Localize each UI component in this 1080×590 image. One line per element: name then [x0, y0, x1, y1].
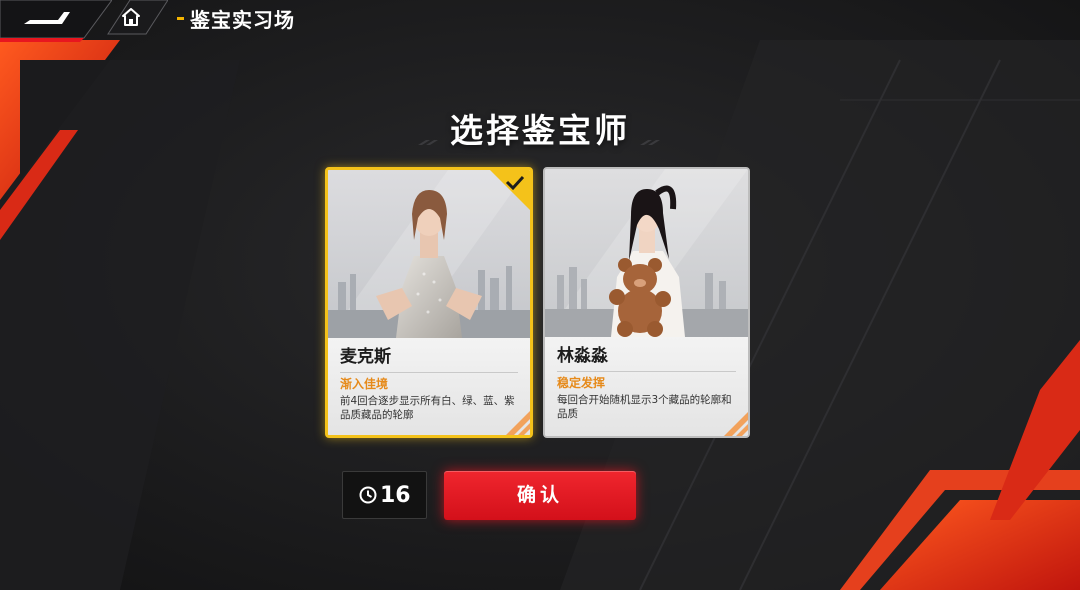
- confirm-button-label: 确认: [516, 484, 563, 506]
- countdown-timer: 16: [342, 471, 427, 519]
- card-info-panel: 麦克斯 渐入佳境 前4回合逐步显示所有白、绿、蓝、紫品质藏品的轮廓: [328, 338, 530, 435]
- page-title: 选择鉴宝师: [450, 111, 630, 150]
- character-trait: 稳定发挥: [557, 376, 606, 390]
- divider: [340, 372, 518, 373]
- breadcrumb-title: 鉴宝实习场: [190, 8, 295, 32]
- confirm-button[interactable]: 确认: [444, 471, 636, 520]
- card-info-panel: 林淼淼 稳定发挥 每回合开始随机显示3个藏品的轮廓和品质: [545, 337, 748, 436]
- divider: [557, 371, 736, 372]
- selected-check-icon: [490, 170, 530, 210]
- timer-value: 16: [380, 483, 411, 508]
- back-button[interactable]: [0, 0, 113, 42]
- home-button[interactable]: [106, 0, 169, 38]
- character-portrait: [545, 169, 748, 337]
- character-card-max[interactable]: 麦克斯 渐入佳境 前4回合逐步显示所有白、绿、蓝、紫品质藏品的轮廓: [325, 167, 533, 438]
- breadcrumb-marker: [177, 17, 184, 20]
- character-name: 林淼淼: [557, 346, 608, 366]
- character-card-lin[interactable]: 林淼淼 稳定发挥 每回合开始随机显示3个藏品的轮廓和品质: [543, 167, 750, 438]
- home-icon: [122, 8, 140, 26]
- character-name: 麦克斯: [340, 347, 391, 367]
- corner-stripes: [724, 412, 748, 436]
- character-description: 每回合开始随机显示3个藏品的轮廓和品质: [557, 394, 732, 420]
- corner-stripes: [506, 411, 530, 435]
- clock-icon: [359, 486, 377, 504]
- back-arrow-icon: [0, 0, 113, 42]
- character-description: 前4回合逐步显示所有白、绿、蓝、紫品质藏品的轮廓: [340, 395, 515, 421]
- character-trait: 渐入佳境: [340, 377, 389, 391]
